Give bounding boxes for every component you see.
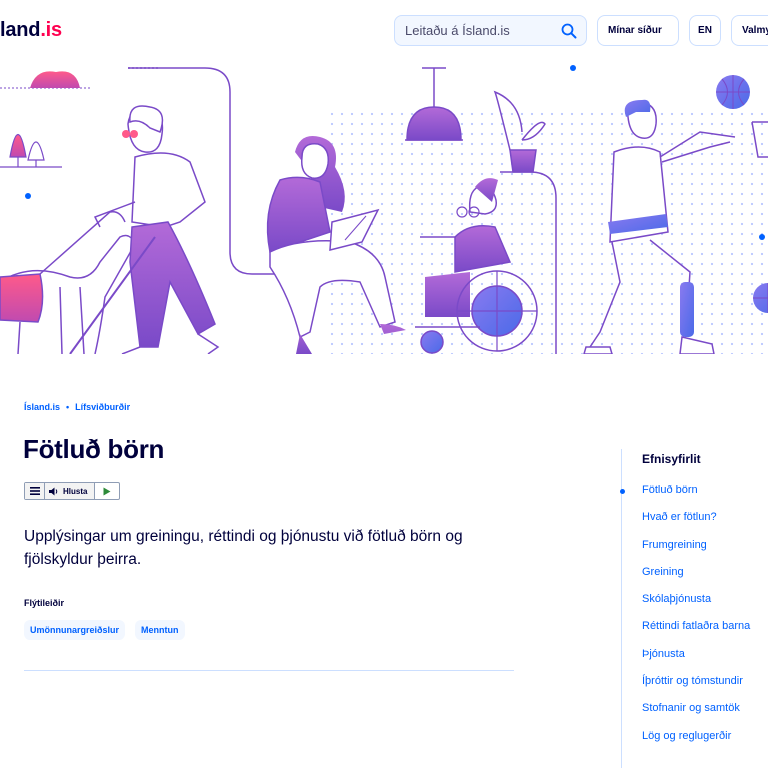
trees [0, 134, 62, 168]
page-title: Fötluð börn [23, 434, 165, 464]
search-icon[interactable] [561, 23, 577, 39]
toc-item-school-services[interactable]: Skólaþjónusta [642, 593, 750, 620]
logo-suffix: .is [40, 19, 62, 41]
search-input[interactable] [405, 23, 555, 38]
readspeaker-menu-button[interactable] [25, 483, 45, 499]
toc-item-initial-diagnosis[interactable]: Frumgreining [642, 539, 750, 566]
tag-education[interactable]: Menntun [135, 620, 185, 640]
hero-illustration [0, 65, 768, 354]
toc-item-rights[interactable]: Réttindi fatlaðra barna [642, 620, 750, 647]
guide-dog [0, 210, 136, 354]
readspeaker-listen-button[interactable]: Hlusta [45, 483, 95, 499]
hanging-lamp [405, 67, 463, 141]
language-button[interactable]: EN [689, 15, 721, 46]
toc-item-services[interactable]: Þjónusta [642, 648, 750, 675]
menu-button[interactable]: Valmynd [731, 15, 768, 46]
logo-text: land [0, 19, 41, 41]
toc-list: Fötluð börn Hvað er fötlun? Frumgreining… [619, 484, 750, 757]
breadcrumb-life-events[interactable]: Lífsviðburðir [75, 402, 130, 412]
breadcrumb-home[interactable]: Ísland.is [24, 402, 60, 412]
toc-title: Efnisyfirlit [642, 452, 701, 466]
readspeaker-play-button[interactable] [95, 483, 119, 499]
my-pages-button[interactable]: Mínar síður [597, 15, 679, 46]
menu-label: Valmynd [742, 25, 768, 36]
menu-icon [29, 487, 40, 495]
speaker-icon [49, 487, 58, 495]
language-label: EN [698, 25, 712, 36]
toc-item-laws-regulations[interactable]: Lög og reglugerðir [642, 730, 750, 757]
site-logo[interactable]: land.is [0, 19, 62, 42]
breadcrumb: Ísland.is • Lífsviðburðir [24, 402, 130, 412]
toc-item-disabled-children[interactable]: Fötluð börn [619, 484, 750, 511]
divider [24, 670, 514, 671]
toc-border [621, 449, 622, 768]
my-pages-label: Mínar síður [608, 25, 662, 36]
breadcrumb-separator: • [66, 402, 70, 412]
toc-item-organizations[interactable]: Stofnanir og samtök [642, 702, 750, 729]
site-header: land.is Mínar síður EN Valmynd [0, 0, 768, 62]
search-box [394, 15, 587, 46]
play-icon [103, 487, 111, 495]
readspeaker-widget: Hlusta [24, 482, 120, 500]
toc-item-diagnosis[interactable]: Greining [642, 566, 750, 593]
toc-item-what-is-disability[interactable]: Hvað er fötlun? [642, 511, 750, 538]
walking-man [69, 105, 220, 354]
dotted-background [330, 107, 768, 354]
readspeaker-listen-label: Hlusta [63, 486, 88, 496]
quick-links: Umönnunargreiðslur Menntun [24, 620, 185, 640]
cloud [30, 71, 80, 88]
tag-care-payments[interactable]: Umönnunargreiðslur [24, 620, 126, 640]
toc-item-sports-leisure[interactable]: Íþróttir og tómstundir [642, 675, 750, 702]
quick-links-label: Flýtileiðir [24, 598, 65, 608]
intro-text: Upplýsingar um greiningu, réttindi og þj… [24, 528, 463, 568]
